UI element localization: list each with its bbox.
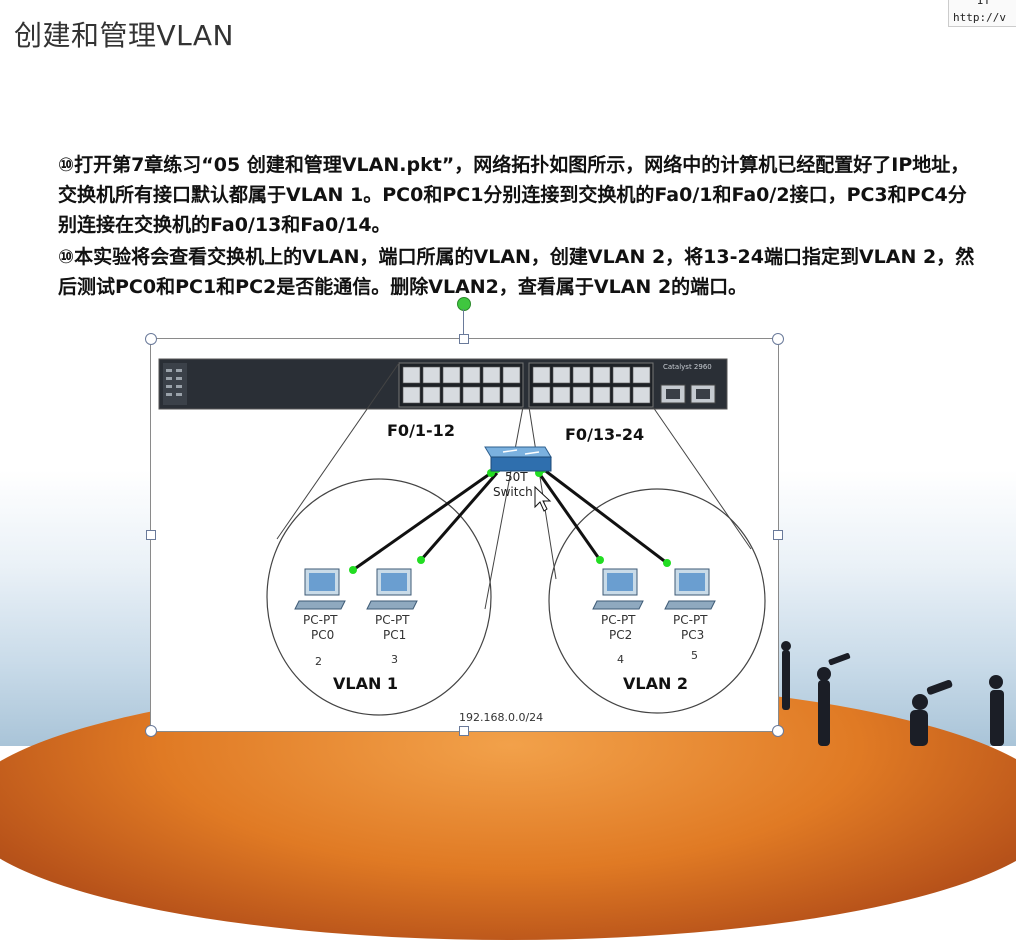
pc2-type: PC-PT <box>601 613 636 627</box>
corner-text-1: IT <box>977 0 991 7</box>
resize-handle-right[interactable] <box>773 530 783 540</box>
vlan1-label: VLAN 1 <box>333 674 398 693</box>
resize-handle-bottom[interactable] <box>459 726 469 736</box>
pc0-number: 2 <box>315 655 322 668</box>
rotate-handle[interactable] <box>457 297 471 311</box>
pc3-name: PC3 <box>681 628 704 642</box>
resize-handle-top-left[interactable] <box>145 333 157 345</box>
resize-handle-bottom-right[interactable] <box>772 725 784 737</box>
pc2-name: PC2 <box>609 628 632 642</box>
resize-handle-top-right[interactable] <box>772 333 784 345</box>
pc2-number: 4 <box>617 653 624 666</box>
pc3-number: 5 <box>691 649 698 662</box>
pc0-type: PC-PT <box>303 613 338 627</box>
paragraph-topology: ⑩打开第7章练习“05 创建和管理VLAN.pkt”，网络拓扑如图所示，网络中的… <box>58 154 970 236</box>
topology-diagram[interactable]: Catalyst 2960 F0/1-12 F0/13-24 50T Switc… <box>150 338 779 732</box>
port-group-right-label: F0/13-24 <box>565 425 644 444</box>
topology-svg: Catalyst 2960 F0/1-12 F0/13-24 50T Switc… <box>158 358 766 724</box>
pc1-icon <box>366 568 418 610</box>
pc1-name: PC1 <box>383 628 406 642</box>
switch-label-2: Switch <box>493 485 533 499</box>
pc0-name: PC0 <box>311 628 334 642</box>
resize-handle-top[interactable] <box>459 334 469 344</box>
pc1-type: PC-PT <box>375 613 410 627</box>
rotate-handle-stem <box>463 309 464 335</box>
pc0-icon <box>294 568 346 610</box>
vlan2-label: VLAN 2 <box>623 674 688 693</box>
pc3-icon <box>664 568 716 610</box>
switch-label-1: 50T <box>505 470 528 484</box>
switch-icon <box>484 446 552 472</box>
network-label: 192.168.0.0/24 <box>459 711 543 724</box>
resize-handle-left[interactable] <box>146 530 156 540</box>
switch-brand-label: Catalyst 2960 <box>663 363 712 371</box>
pc2-icon <box>592 568 644 610</box>
pc3-type: PC-PT <box>673 613 708 627</box>
paragraph-experiment: ⑩本实验将会查看交换机上的VLAN，端口所属的VLAN，创建VLAN 2，将13… <box>58 246 975 298</box>
resize-handle-bottom-left[interactable] <box>145 725 157 737</box>
port-block-left <box>398 362 524 408</box>
slide-title: 创建和管理VLAN <box>14 19 234 52</box>
pc1-number: 3 <box>391 653 398 666</box>
port-group-left-label: F0/1-12 <box>387 421 455 440</box>
corner-text-2: http://v <box>953 11 1006 24</box>
corner-thumbnail: IT http://v <box>948 0 1016 27</box>
port-block-right <box>528 362 654 408</box>
